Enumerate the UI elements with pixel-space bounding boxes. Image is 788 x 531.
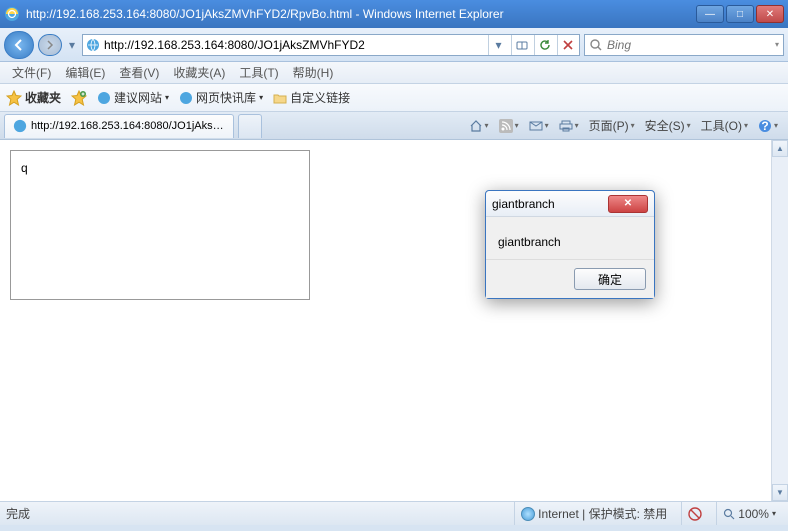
window-title: http://192.168.253.164:8080/JO1jAksZMVhF… xyxy=(26,7,696,21)
tab-title: http://192.168.253.164:8080/JO1jAksZMVhF… xyxy=(31,120,225,132)
status-text: 完成 xyxy=(6,505,30,522)
address-bar[interactable]: ▾ xyxy=(82,34,580,56)
nav-bar: ▾ ▾ ▾ xyxy=(0,28,788,62)
address-input[interactable] xyxy=(104,36,485,54)
forward-button[interactable] xyxy=(38,34,62,56)
command-bar: ▾ ▾ ▾ ▾ 页面(P)▾ 安全(S)▾ 工具(O)▾ ?▾ xyxy=(465,115,788,136)
svg-text:?: ? xyxy=(761,119,768,133)
dialog-title: giantbranch xyxy=(492,197,608,211)
menu-file[interactable]: 文件(F) xyxy=(6,62,57,83)
search-dropdown[interactable]: ▾ xyxy=(775,40,779,49)
vertical-scrollbar[interactable]: ▲ ▼ xyxy=(771,140,788,501)
star-icon xyxy=(6,90,22,106)
page-body: q xyxy=(0,140,771,501)
zoom-control[interactable]: 100% ▾ xyxy=(716,502,782,525)
tab-active[interactable]: http://192.168.253.164:8080/JO1jAksZMVhF… xyxy=(4,114,234,138)
safety-menu[interactable]: 安全(S)▾ xyxy=(641,115,695,136)
suggested-sites-link[interactable]: 建议网站 ▾ xyxy=(97,89,169,106)
favorites-bar: 收藏夹 建议网站 ▾ 网页快讯库 ▾ 自定义链接 xyxy=(0,84,788,112)
menu-edit[interactable]: 编辑(E) xyxy=(59,62,111,83)
maximize-button[interactable]: □ xyxy=(726,5,754,23)
tools-menu[interactable]: 工具(O)▾ xyxy=(697,115,752,136)
close-button[interactable]: ✕ xyxy=(756,5,784,23)
window-buttons: — □ ✕ xyxy=(696,5,784,23)
alert-dialog: giantbranch ✕ giantbranch 确定 xyxy=(485,190,655,299)
dialog-close-button[interactable]: ✕ xyxy=(608,195,648,213)
scroll-up-button[interactable]: ▲ xyxy=(772,140,788,157)
dialog-ok-button[interactable]: 确定 xyxy=(574,268,646,290)
scroll-down-button[interactable]: ▼ xyxy=(772,484,788,501)
compat-button[interactable] xyxy=(511,35,531,55)
dialog-buttons: 确定 xyxy=(486,259,654,298)
new-tab-button[interactable] xyxy=(238,114,262,138)
add-favorite-icon[interactable] xyxy=(71,90,87,106)
home-button[interactable]: ▾ xyxy=(465,117,493,135)
stop-button[interactable] xyxy=(557,35,577,55)
search-bar[interactable]: ▾ xyxy=(584,34,784,56)
favorites-button[interactable]: 收藏夹 xyxy=(6,89,61,106)
minimize-button[interactable]: — xyxy=(696,5,724,23)
folder-icon xyxy=(273,91,287,105)
content-area: q ▲ ▼ xyxy=(0,140,788,501)
menu-favorites[interactable]: 收藏夹(A) xyxy=(167,62,231,83)
page-menu[interactable]: 页面(P)▾ xyxy=(585,115,639,136)
chevron-down-icon: ▾ xyxy=(259,93,263,102)
nav-history-dropdown[interactable]: ▾ xyxy=(66,32,78,58)
search-icon xyxy=(589,38,603,52)
dialog-message: giantbranch xyxy=(486,217,654,259)
mail-button[interactable]: ▾ xyxy=(525,117,553,135)
page-icon xyxy=(179,91,193,105)
help-button[interactable]: ?▾ xyxy=(754,117,782,135)
ie-icon xyxy=(13,119,27,133)
zone-info[interactable]: Internet | 保护模式: 禁用 xyxy=(514,502,673,525)
favorites-label: 收藏夹 xyxy=(25,89,61,106)
print-button[interactable]: ▾ xyxy=(555,117,583,135)
address-dropdown[interactable]: ▾ xyxy=(488,35,508,55)
custom-links[interactable]: 自定义链接 xyxy=(273,89,350,106)
chevron-down-icon: ▾ xyxy=(165,93,169,102)
web-slice-link[interactable]: 网页快讯库 ▾ xyxy=(179,89,263,106)
textarea[interactable]: q xyxy=(10,150,310,300)
zoom-level: 100% xyxy=(738,507,769,521)
menu-bar: 文件(F) 编辑(E) 查看(V) 收藏夹(A) 工具(T) 帮助(H) xyxy=(0,62,788,84)
menu-help[interactable]: 帮助(H) xyxy=(287,62,340,83)
window-titlebar: http://192.168.253.164:8080/JO1jAksZMVhF… xyxy=(0,0,788,28)
page-icon xyxy=(97,91,111,105)
feeds-button[interactable]: ▾ xyxy=(495,117,523,135)
page-icon xyxy=(85,37,101,53)
back-button[interactable] xyxy=(4,31,34,59)
tab-bar: http://192.168.253.164:8080/JO1jAksZMVhF… xyxy=(0,112,788,140)
search-input[interactable] xyxy=(607,38,771,52)
status-bar: 完成 Internet | 保护模式: 禁用 100% ▾ xyxy=(0,501,788,525)
protected-mode-icon[interactable] xyxy=(681,502,708,525)
dialog-titlebar[interactable]: giantbranch ✕ xyxy=(486,191,654,217)
menu-view[interactable]: 查看(V) xyxy=(113,62,165,83)
globe-icon xyxy=(521,507,535,521)
menu-tools[interactable]: 工具(T) xyxy=(233,62,284,83)
refresh-button[interactable] xyxy=(534,35,554,55)
chevron-down-icon: ▾ xyxy=(772,509,776,518)
ie-icon xyxy=(4,6,20,22)
